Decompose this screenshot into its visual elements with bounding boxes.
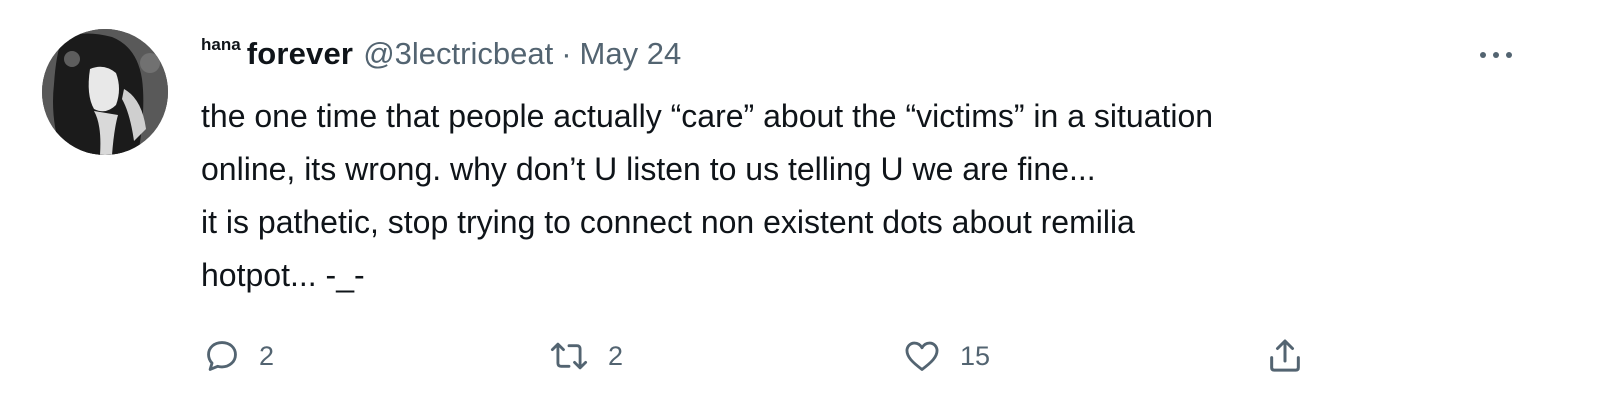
like-count: 15 — [960, 340, 991, 371]
reply-count: 2 — [259, 340, 275, 371]
author-name-superscript[interactable]: hana — [201, 35, 241, 55]
avatar-image — [42, 29, 168, 155]
retweet-icon — [548, 337, 590, 375]
more-dot — [1493, 52, 1499, 58]
like-button[interactable]: 15 — [902, 334, 990, 378]
more-dot — [1480, 52, 1486, 58]
heart-icon — [902, 337, 942, 375]
more-dot — [1506, 52, 1512, 58]
tweet-text-line: it is pathetic, stop trying to connect n… — [201, 204, 1135, 240]
reply-icon — [203, 337, 241, 375]
retweet-count: 2 — [608, 340, 624, 371]
tweet-actions: 2 2 15 — [0, 334, 1598, 378]
tweet-text-line: online, its wrong. why don’t U listen to… — [201, 151, 1096, 187]
tweet-text-line: hotpot... -_- — [201, 257, 365, 293]
tweet-text-line: the one time that people actually “care”… — [201, 98, 1214, 134]
tweet-header: hana forever @3lectricbeat · May 24 — [201, 35, 682, 76]
retweet-button[interactable]: 2 — [548, 334, 623, 378]
more-icon[interactable] — [1480, 48, 1520, 62]
author-handle[interactable]: @3lectricbeat — [363, 36, 553, 72]
header-separator: · — [561, 36, 572, 71]
share-icon — [1265, 336, 1305, 376]
avatar[interactable] — [42, 29, 168, 155]
tweet-text: the one time that people actually “care”… — [201, 90, 1541, 302]
author-name[interactable]: forever — [247, 36, 354, 72]
share-button[interactable] — [1265, 334, 1305, 378]
tweet-date[interactable]: May 24 — [580, 36, 682, 72]
tweet-card[interactable]: hana forever @3lectricbeat · May 24 the … — [0, 0, 1598, 412]
reply-button[interactable]: 2 — [203, 334, 274, 378]
